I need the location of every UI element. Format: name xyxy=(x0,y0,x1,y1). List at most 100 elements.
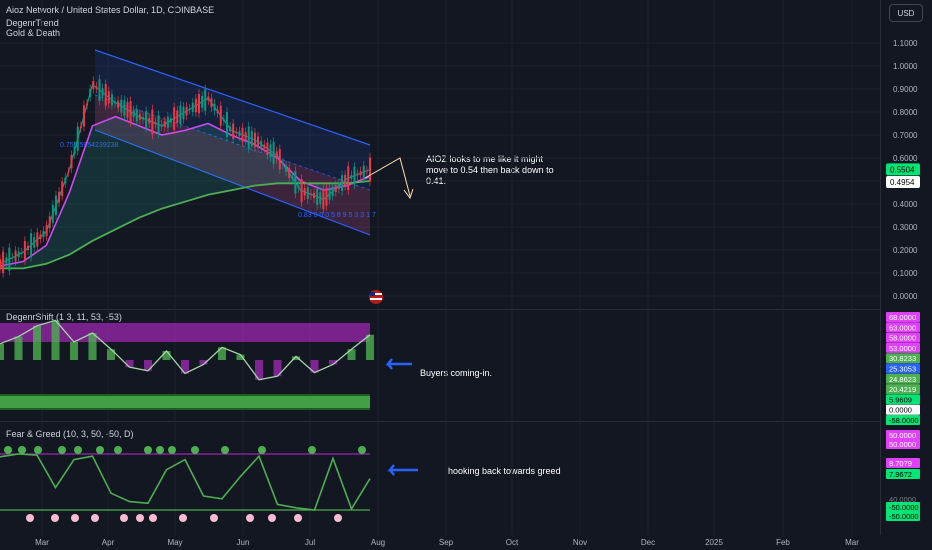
candle-body xyxy=(14,250,17,262)
candle-body xyxy=(341,175,344,191)
candle-body xyxy=(362,165,365,179)
candle-body xyxy=(45,224,48,237)
degenrshift-bar xyxy=(366,334,374,360)
degenrshift-axis-label: 63.0000 xyxy=(889,323,916,332)
candle-body xyxy=(191,102,194,112)
greed-marker-icon xyxy=(168,446,176,454)
candle-body xyxy=(39,234,42,239)
candle-body xyxy=(285,165,288,172)
candle-body xyxy=(197,94,200,114)
fear-marker-icon xyxy=(120,514,128,522)
candle-body xyxy=(33,237,36,248)
channel-label-low: 0.83 0 0 0 5 8 9 5 3 3 1 7 xyxy=(298,212,376,219)
greed-marker-icon xyxy=(358,446,366,454)
candle-body xyxy=(350,175,353,179)
candle-body xyxy=(26,245,29,251)
degenrshift-bar xyxy=(51,320,60,360)
candle-body xyxy=(185,106,188,116)
candle-body xyxy=(331,186,334,197)
candle-body xyxy=(269,144,272,158)
candle-body xyxy=(322,189,325,210)
candle-body xyxy=(73,146,76,155)
candle-body xyxy=(95,86,98,89)
price-tick-label: 0.6000 xyxy=(893,154,918,163)
degenrshift-axis-label: 58.0000 xyxy=(889,334,916,343)
candle-body xyxy=(334,185,337,193)
degenrshift-axis-label: 20.4219 xyxy=(889,385,916,394)
time-axis-label: Mar xyxy=(35,538,49,547)
candle-body xyxy=(207,96,210,101)
candle-body xyxy=(163,121,166,128)
chart-canvas[interactable]: 1.10001.00000.90000.80000.70000.60000.50… xyxy=(0,0,932,550)
candle-body xyxy=(42,230,45,238)
fear-marker-icon xyxy=(179,514,187,522)
price-tick-label: 0.9000 xyxy=(893,85,918,94)
degenrshift-bar xyxy=(70,342,78,360)
degenrshift-axis-label: 68.0000 xyxy=(889,313,916,322)
candle-body xyxy=(120,99,123,113)
time-axis-label: 2025 xyxy=(705,538,723,547)
flag-stripe xyxy=(370,298,382,300)
candle-body xyxy=(235,132,238,134)
fear-marker-icon xyxy=(334,514,342,522)
candle-body xyxy=(8,247,11,271)
price-tick-label: 0.7000 xyxy=(893,131,918,140)
degenrshift-axis-label: 5.9609 xyxy=(889,395,912,404)
candle-body xyxy=(216,109,219,114)
candle-body xyxy=(281,162,284,165)
greed-marker-icon xyxy=(144,446,152,454)
candle-body xyxy=(151,109,154,135)
degenrshift-bar xyxy=(144,360,152,371)
candle-body xyxy=(291,176,294,179)
candle-body xyxy=(107,91,110,104)
candle-body xyxy=(241,127,244,142)
candle-body xyxy=(278,149,281,170)
candle-body xyxy=(58,191,61,203)
candle-body xyxy=(114,101,117,104)
candle-body xyxy=(2,251,5,274)
candle-body xyxy=(132,110,135,118)
time-axis-label: Dec xyxy=(641,538,655,547)
greed-marker-icon xyxy=(258,446,266,454)
greed-marker-icon xyxy=(308,446,316,454)
candle-body xyxy=(210,98,213,108)
candle-body xyxy=(67,171,70,173)
oversold-band-inner xyxy=(0,396,370,408)
candle-body xyxy=(188,108,191,110)
time-axis-label: Sep xyxy=(439,538,454,547)
candle-body xyxy=(142,117,145,120)
buyers-arrow-icon xyxy=(385,358,412,370)
fear-greed-axis-label: -50.0000 xyxy=(889,512,919,521)
candle-body xyxy=(148,118,151,124)
greed-marker-icon xyxy=(221,446,229,454)
candle-body xyxy=(244,132,247,140)
candle-body xyxy=(359,171,362,176)
candle-body xyxy=(129,101,132,123)
greed-arrow-icon xyxy=(387,464,418,476)
candle-body xyxy=(86,103,89,106)
fear-marker-icon xyxy=(246,514,254,522)
candle-body xyxy=(353,166,356,185)
candle-body xyxy=(328,188,331,200)
candle-body xyxy=(20,252,23,254)
candle-body xyxy=(82,105,85,127)
candle-body xyxy=(11,257,14,259)
degenrshift-bar xyxy=(14,336,23,360)
candle-body xyxy=(365,170,368,172)
greed-marker-icon xyxy=(58,446,66,454)
candle-body xyxy=(30,233,33,258)
candle-body xyxy=(101,88,104,97)
price-tick-label: 0.8000 xyxy=(893,108,918,117)
candle-body xyxy=(154,122,157,125)
greed-marker-icon xyxy=(34,446,42,454)
greed-marker-icon xyxy=(156,446,164,454)
candle-body xyxy=(117,100,120,108)
candle-body xyxy=(98,79,101,101)
greed-marker-icon xyxy=(74,446,82,454)
fear-marker-icon xyxy=(71,514,79,522)
candle-body xyxy=(70,154,73,169)
candle-body xyxy=(219,105,222,126)
time-axis-label: May xyxy=(167,538,182,547)
candle-body xyxy=(36,232,39,247)
fear-marker-icon xyxy=(91,514,99,522)
